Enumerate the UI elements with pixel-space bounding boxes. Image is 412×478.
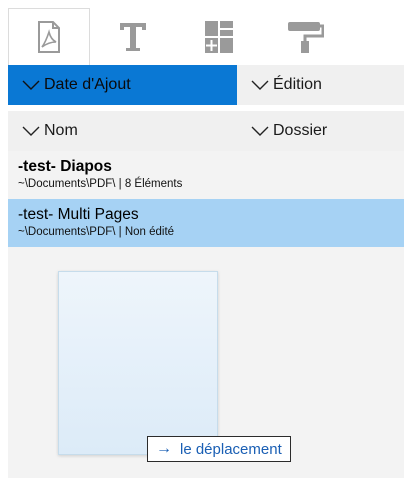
chevron-down-icon [22,126,40,136]
tool-text-tab[interactable] [90,8,176,65]
tool-style-tab[interactable] [262,8,348,65]
sort-label-date-added: Date d'Ajout [44,76,131,93]
sort-by-name-button[interactable]: Nom [8,111,237,151]
sort-by-date-added-button[interactable]: Date d'Ajout [8,65,237,105]
pdf-file-icon [38,21,60,53]
drag-tooltip: → le déplacement [147,436,291,462]
grid-layout-icon [205,20,233,53]
file-subtitle: ~\Documents\PDF\ | 8 Éléments [18,178,183,190]
chevron-down-icon [22,80,40,90]
drag-preview-thumbnail [58,271,218,455]
list-item[interactable]: -test- Diapos ~\Documents\PDF\ | 8 Éléme… [8,151,404,199]
sort-by-edition-button[interactable]: Édition [237,65,404,105]
list-item[interactable]: -test- Multi Pages ~\Documents\PDF\ | No… [8,199,404,247]
sort-row-primary: Date d'Ajout Édition [8,65,404,105]
sort-label-folder: Dossier [273,122,328,139]
tool-pdf-tab[interactable] [8,8,90,65]
paint-roller-icon [288,21,324,53]
drag-tooltip-label: le déplacement [180,440,282,458]
file-title: -test- Multi Pages [18,206,139,223]
sort-by-folder-button[interactable]: Dossier [237,111,404,151]
sort-row-secondary: Nom Dossier [8,111,404,151]
sort-label-name: Nom [44,122,78,139]
chevron-down-icon [251,80,269,90]
file-subtitle: ~\Documents\PDF\ | Non édité [18,226,175,238]
tool-layout-tab[interactable] [176,8,262,65]
arrow-right-icon: → [156,440,172,457]
text-icon [120,22,146,51]
file-title: -test- Diapos [18,158,112,175]
chevron-down-icon [251,126,269,136]
sort-label-edition: Édition [273,76,322,93]
toolbar [8,8,404,65]
